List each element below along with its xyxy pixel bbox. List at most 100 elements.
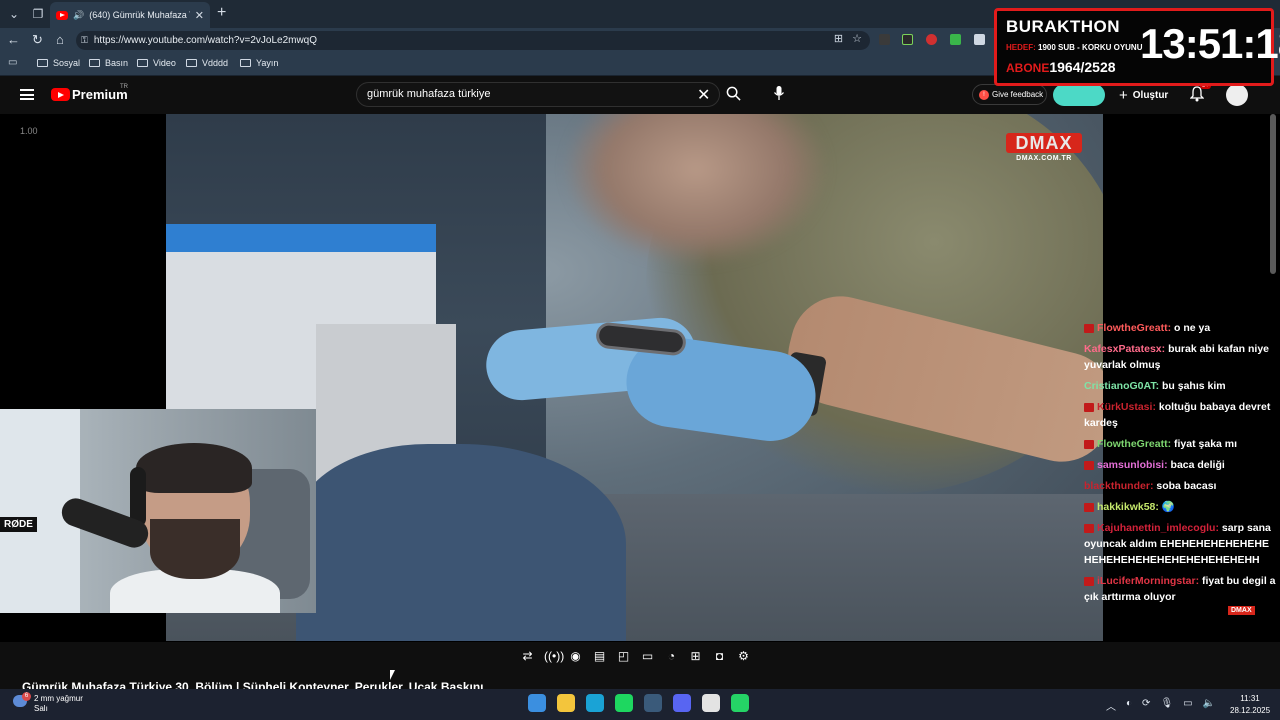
microphone-icon[interactable]: 🎙 [1160, 698, 1173, 713]
address-input[interactable]: ⚿ https://www.youtube.com/watch?v=2vJoLe… [76, 31, 870, 50]
pip-icon[interactable]: ◰ [616, 649, 631, 664]
extension-icon[interactable] [950, 34, 961, 45]
chat-message: hakkikwk58: 🌍 [1084, 499, 1276, 515]
system-tray: ︿ ◐ ⟳ 🎙 ▭ 🔈 [1106, 698, 1215, 713]
taskbar-clock[interactable]: 11:31 28.12.2025 [1230, 693, 1270, 717]
home-icon[interactable]: ⌂ [56, 32, 64, 47]
tray-app-icon[interactable]: ◐ [1126, 698, 1132, 713]
theater-icon[interactable]: ▭ [640, 649, 655, 664]
chat-message: blackthunder: soba bacası [1084, 478, 1276, 494]
settings-icon[interactable]: ⚙ [736, 649, 751, 664]
chat-message: iLuciferMorningstar: fiyat bu degil açık… [1084, 573, 1276, 605]
whatsapp-icon[interactable] [731, 694, 749, 712]
search-box[interactable] [356, 82, 720, 107]
chat-text: baca deliği [1170, 459, 1225, 471]
tab-close-icon[interactable]: ✕ [195, 9, 204, 22]
channel-watermark: DMAX DMAX.COM.TR [1006, 133, 1082, 167]
bookmark-apps-icon[interactable]: ▭ [8, 57, 17, 68]
chat-username: hakkikwk58 [1097, 501, 1156, 513]
extension-icon[interactable] [902, 34, 913, 45]
voice-search-icon[interactable] [773, 85, 785, 101]
stream-goal-overlay: BURAKTHON HEDEF: 1900 SUB - KORKU OYUNU … [994, 8, 1280, 86]
chat-message: FlowtheGreatt: o ne ya [1084, 320, 1276, 336]
extension-pill-button[interactable] [1053, 84, 1105, 106]
chat-text: o ne ya [1174, 322, 1211, 334]
speed-icon[interactable]: ◔ [664, 649, 679, 664]
chat-message: KafesxPatatesx: burak abi kafan niye yuv… [1084, 341, 1276, 373]
give-feedback-button[interactable]: ! Give feedback [972, 84, 1047, 105]
bookmark-folder[interactable]: Yayın [240, 58, 278, 68]
add-icon[interactable]: ⊞ [688, 649, 703, 664]
page-scrollbar[interactable] [1270, 114, 1276, 274]
back-icon[interactable]: ← [7, 32, 20, 47]
windows-taskbar: 6 2 mm yağmur Salı ︿ ◐ ⟳ 🎙 ▭ 🔈 11:31 28.… [0, 689, 1280, 720]
edge-icon[interactable] [586, 694, 604, 712]
folder-icon [186, 59, 197, 67]
audio-playing-icon[interactable]: 🔊 [73, 10, 84, 21]
tab-youtube[interactable]: 🔊 (640) Gümrük Muhafaza Türkiye ✕ [50, 2, 210, 28]
chat-message: Kajuhanettin_imlecoglu: sarp sana oyunca… [1084, 520, 1276, 568]
plus-icon: + [1119, 87, 1128, 104]
repeat-icon[interactable]: ⇄ [520, 649, 535, 664]
overlay-goal-text: 1900 SUB - KORKU OYUNU [1038, 43, 1143, 52]
volume-icon[interactable]: 🔈 [1203, 698, 1215, 713]
chrome-icon[interactable] [702, 694, 720, 712]
workspaces-icon[interactable]: ❐ [27, 4, 49, 24]
bookmark-folder[interactable]: Sosyal [37, 58, 80, 68]
playback-speed-readout: 1.00 [20, 126, 38, 136]
menu-icon[interactable] [20, 89, 34, 100]
search-icon[interactable] [726, 86, 741, 101]
site-info-icon[interactable]: ⚿ [81, 35, 88, 46]
create-button[interactable]: + Oluştur [1119, 87, 1168, 104]
extension-icon[interactable] [974, 34, 985, 45]
overlay-sub-line: ABONE1964/2528 [1006, 59, 1116, 75]
weather-subtext: Salı [34, 704, 48, 713]
reload-icon[interactable]: ↻ [32, 32, 43, 48]
apps-icon[interactable]: ⊞ [834, 32, 843, 45]
avatar[interactable] [1226, 84, 1248, 106]
chat-username: CristianoG0AT [1084, 380, 1156, 392]
chat-badge-icon [1084, 502, 1094, 512]
watch-later-icon[interactable]: ◉ [568, 649, 583, 664]
spotify-icon[interactable] [615, 694, 633, 712]
feedback-icon: ! [979, 89, 989, 100]
chat-text: bu şahıs kim [1162, 380, 1226, 392]
chat-badge-icon [1084, 523, 1094, 533]
youtube-logo-icon[interactable] [51, 88, 70, 101]
player-controls: ⇄ ((•)) ◉ ▤ ◰ ▭ ◔ ⊞ ◘ ⚙ [520, 649, 751, 664]
feedback-label: Give feedback [992, 90, 1044, 99]
extension-icon[interactable] [926, 34, 937, 45]
mic-brand-label: RØDE [0, 517, 37, 532]
bookmark-folder[interactable]: Video [137, 58, 176, 68]
url-text: https://www.youtube.com/watch?v=2vJoLe2m… [93, 35, 318, 46]
windows-start-icon[interactable] [528, 694, 546, 712]
steam-icon[interactable] [644, 694, 662, 712]
favorite-star-icon[interactable]: ☆ [852, 32, 862, 45]
chat-badge-icon [1084, 402, 1094, 412]
tab-actions-icon[interactable]: ⌄ [3, 4, 25, 24]
search-input[interactable] [367, 88, 667, 100]
chat-badge-icon [1084, 439, 1094, 449]
extension-icon[interactable] [879, 34, 890, 45]
bookmark-label: Vdddd [202, 58, 229, 68]
tray-overflow-icon[interactable]: ︿ [1106, 698, 1116, 713]
chat-username: blackthunder [1084, 480, 1150, 492]
clapper-icon[interactable]: ▤ [592, 649, 607, 664]
region-label: TR [120, 84, 128, 90]
weather-widget[interactable]: 2 mm yağmur Salı [34, 694, 83, 714]
chat-username: KürkUstasi [1097, 401, 1153, 413]
file-explorer-icon[interactable] [557, 694, 575, 712]
discord-icon[interactable] [673, 694, 691, 712]
bookmark-folder[interactable]: Vdddd [186, 58, 228, 68]
weather-text: 2 mm yağmur [34, 694, 83, 703]
overlay-sub-value: 1964/2528 [1049, 59, 1116, 75]
clear-search-icon[interactable]: ✕ [697, 85, 710, 105]
chat-message: FlowtheGreatt: fiyat şaka mı [1084, 436, 1276, 452]
network-icon[interactable]: ▭ [1183, 698, 1192, 713]
folder-icon [89, 59, 100, 67]
broadcast-icon[interactable]: ((•)) [544, 649, 564, 664]
new-tab-icon[interactable]: + [217, 4, 226, 22]
screenshot-icon[interactable]: ◘ [712, 649, 727, 664]
bookmark-folder[interactable]: Basın [89, 58, 128, 68]
sync-icon[interactable]: ⟳ [1142, 698, 1150, 713]
